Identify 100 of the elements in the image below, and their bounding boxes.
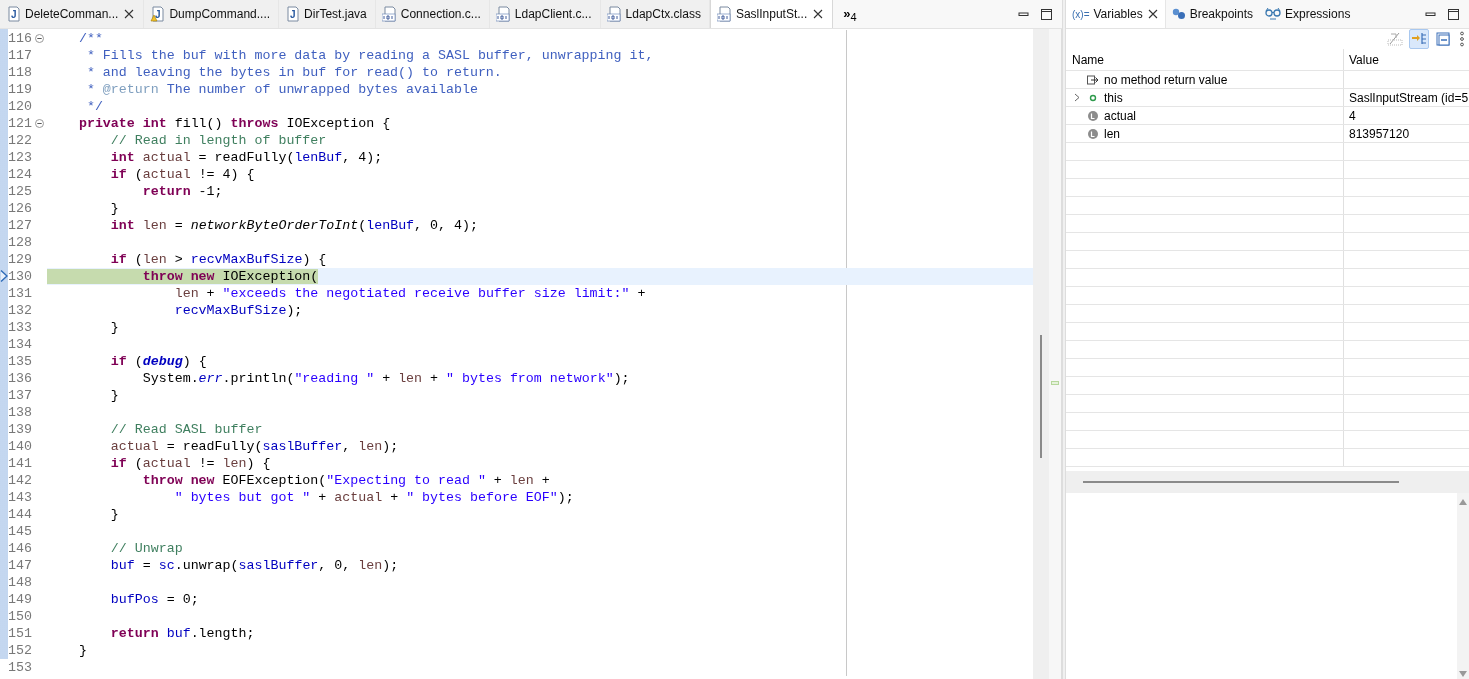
line-number: 121 [8,115,33,132]
local-variable-icon [1087,109,1099,122]
line-number: 126 [8,200,33,217]
view-menu-icon [1459,31,1465,47]
type-names-icon [1387,31,1403,47]
class-file-icon [495,6,510,22]
line-number: 131 [8,285,33,302]
column-header: Name [1072,51,1104,69]
code-line: /** [77,31,103,46]
code-line: } [109,388,119,403]
toolbar-button[interactable] [1457,29,1467,49]
line-number: 136 [8,370,33,387]
editor-tab[interactable]: J DumpCommand.... [144,0,280,28]
variable-row[interactable]: actual 4 [1066,107,1469,125]
ruler-marker [1051,381,1059,385]
editor-tab[interactable]: LdapClient.c... [489,0,601,28]
java-file-icon: J [285,6,300,22]
close-icon[interactable] [123,8,136,20]
java-file-icon: J [6,6,20,22]
line-number: 117 [8,47,33,64]
editor-tab[interactable]: LdapCtx.class [600,0,710,28]
scroll-up-button[interactable] [1459,499,1467,505]
line-number: 135 [8,353,33,370]
code-line: } [109,201,119,216]
line-number: 149 [8,591,33,608]
code-line: System.err.println("reading " + len + " bytes from network"); [141,371,630,386]
glasses-icon [1265,7,1281,21]
code-line: // Read in length of buffer [109,133,327,148]
variable-row[interactable]: this SaslInputStream (id=5 [1066,89,1469,107]
line-number: 145 [8,523,33,540]
line-number: 132 [8,302,33,319]
line-number: 127 [8,217,33,234]
variable-value: 4 [1349,107,1356,124]
instruction-highlight: throw new IOException( [47,269,319,284]
collapse-icon[interactable] [35,119,44,128]
code-line: if (actual != len) { [109,456,271,471]
code-line: if (actual != 4) { [109,167,255,182]
variable-name: this [1104,89,1123,107]
code-line: if (debug) { [109,354,207,369]
line-number: 137 [8,387,33,404]
return-icon [1087,73,1099,86]
code-line: buf = sc.unwrap(saslBuffer, 0, len); [109,558,399,573]
line-number: 147 [8,557,33,574]
vertical-scrollbar[interactable] [1033,29,1049,679]
scroll-down-button[interactable] [1459,671,1467,677]
column-header: Value [1349,51,1379,69]
code-line: } [109,507,119,522]
line-number: 138 [8,404,33,421]
line-number: 122 [8,132,33,149]
editor-tab[interactable]: SaslInputSt... [709,0,834,28]
variable-value: SaslInputStream (id=5 [1349,89,1469,106]
code-line: int len = networkByteOrderToInt(lenBuf, 0, 4); [109,218,478,233]
local-variable-icon [1087,127,1099,140]
variable-row[interactable]: len 813957120 [1066,125,1469,143]
line-number: 129 [8,251,33,268]
line-number: 153 [8,659,33,676]
line-number: 119 [8,81,33,98]
maximize-button[interactable] [1448,8,1459,20]
code-line: * @return The number of unwrapped bytes available [85,82,478,97]
close-icon[interactable] [1146,8,1159,20]
editor-tab[interactable]: Connection.c... [375,0,490,28]
line-number: 123 [8,149,33,166]
line-number: 139 [8,421,33,438]
code-line: */ [85,99,103,114]
code-line: recvMaxBufSize); [173,303,303,318]
view-tab[interactable]: (x)= Variables [1066,0,1166,28]
code-line: int actual = readFully(lenBuf, 4); [109,150,383,165]
code-line: return -1; [141,184,223,199]
expand-icon[interactable] [1074,93,1080,102]
code-line: } [77,643,87,658]
variable-name: len [1104,125,1120,143]
view-tab[interactable]: Breakpoints [1165,0,1259,28]
line-number: 125 [8,183,33,200]
horizontal-scrollbar[interactable] [1066,471,1469,493]
java-file-warning-icon: J [150,6,165,22]
line-number: 118 [8,64,33,81]
code-line: len + "exceeds the negotiated receive buffer size limit:" + [173,286,646,301]
line-number: 146 [8,540,33,557]
instruction-pointer-icon [0,270,8,282]
close-icon[interactable] [812,8,825,20]
code-line: private int fill() throws IOException { [77,116,391,131]
line-number: 134 [8,336,33,353]
toolbar-button[interactable] [1433,29,1453,49]
view-tab[interactable]: Expressions [1259,0,1357,28]
code-line: * and leaving the bytes in buf for read() to return. [85,65,502,80]
line-number: 116 [8,30,33,47]
line-number: 144 [8,506,33,523]
editor-tab[interactable]: J DeleteComman... [0,0,145,28]
maximize-button[interactable] [1041,8,1052,20]
line-number: 142 [8,472,33,489]
variable-row[interactable]: no method return value [1066,71,1469,89]
breakpoints-icon [1171,8,1186,20]
line-number: 124 [8,166,33,183]
line-number: 152 [8,642,33,659]
code-line: * Fills the buf with more data by reading a SASL buffer, unwrapping it, [85,48,654,63]
editor-tab[interactable]: J DirTest.java [279,0,376,28]
code-line: bufPos = 0; [109,592,199,607]
line-number: 128 [8,234,33,251]
line-number: 130 [8,268,33,285]
collapse-icon[interactable] [35,34,44,43]
